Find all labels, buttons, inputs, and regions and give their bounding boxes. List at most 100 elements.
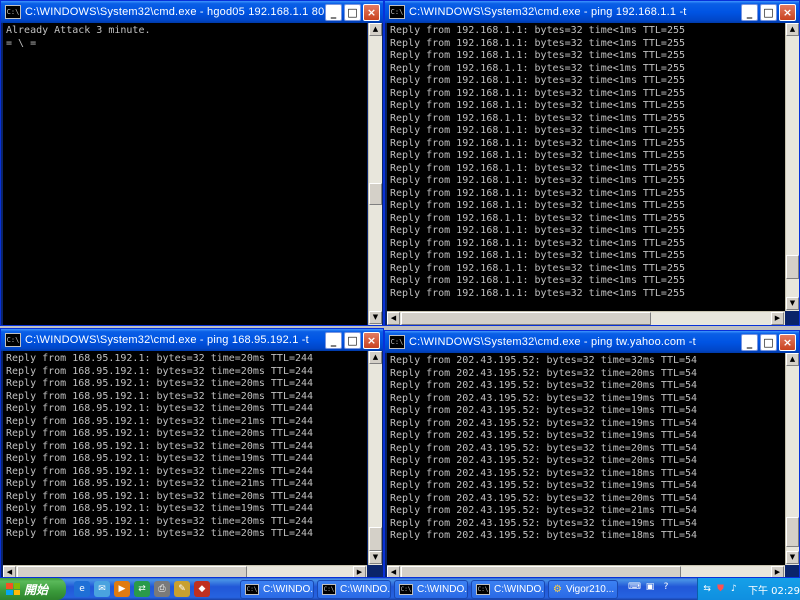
cmd-icon: C:\ — [389, 5, 405, 19]
console-line: Reply from 192.168.1.1: bytes=32 time<1m… — [390, 50, 686, 61]
vertical-scrollbar[interactable]: ▲ ▼ — [785, 23, 799, 311]
minimize-button[interactable]: _ — [741, 3, 758, 21]
horizontal-scrollbar[interactable]: ◀ ▶ — [387, 311, 785, 325]
maximize-button[interactable]: □ — [760, 333, 777, 351]
scroll-left-button[interactable]: ◀ — [387, 566, 400, 577]
network-status-icon[interactable]: ⇆ — [702, 583, 712, 595]
taskbar-button-vigor[interactable]: ⚙ Vigor210... — [548, 580, 618, 599]
clock[interactable]: 下午 02:29 — [748, 582, 800, 597]
title-bar[interactable]: C:\ C:\WINDOWS\System32\cmd.exe - ping t… — [385, 331, 799, 353]
quick-launch: e ✉ ▶ ⇄ ⎙ ✎ ◆ — [74, 581, 210, 597]
cmd-window-ping-gateway[interactable]: C:\ C:\WINDOWS\System32\cmd.exe - ping 1… — [384, 0, 800, 326]
scroll-right-button[interactable]: ▶ — [771, 312, 784, 325]
cmd-window-attack[interactable]: C:\ C:\WINDOWS\System32\cmd.exe - hgod05… — [0, 0, 384, 326]
console-line: Reply from 202.43.195.52: bytes=32 time=… — [390, 480, 698, 491]
taskbar-button-cmd[interactable]: C:\ C:\WINDO... — [471, 580, 545, 599]
cmd-window-ping-dns[interactable]: C:\ C:\WINDOWS\System32\cmd.exe - ping 1… — [0, 328, 384, 578]
ie-icon[interactable]: e — [74, 581, 90, 597]
app-icon[interactable]: ◆ — [194, 581, 210, 597]
minimize-button[interactable]: _ — [325, 3, 342, 21]
console-line: Reply from 168.95.192.1: bytes=32 time=1… — [6, 503, 314, 514]
scroll-down-button[interactable]: ▼ — [369, 551, 382, 564]
vertical-scrollbar[interactable]: ▲ ▼ — [368, 351, 382, 565]
maximize-button[interactable]: □ — [344, 3, 361, 21]
scroll-right-button[interactable]: ▶ — [353, 566, 366, 577]
volume-icon[interactable]: ♪ — [729, 583, 739, 595]
close-button[interactable]: × — [779, 3, 796, 21]
taskbar-button-cmd[interactable]: C:\ C:\WINDO... — [317, 580, 391, 599]
start-label: 開始 — [24, 582, 49, 597]
scroll-thumb[interactable] — [17, 566, 247, 577]
window-title: C:\WINDOWS\System32\cmd.exe - hgod05 192… — [25, 6, 325, 18]
scroll-thumb[interactable] — [369, 527, 382, 551]
title-bar[interactable]: C:\ C:\WINDOWS\System32\cmd.exe - hgod05… — [1, 1, 383, 23]
printer-icon[interactable]: ⎙ — [154, 581, 170, 597]
close-button[interactable]: × — [363, 331, 380, 349]
console-line: Reply from 192.168.1.1: bytes=32 time<1m… — [390, 175, 686, 186]
task-label: C:\WINDO... — [417, 584, 468, 595]
console-line: Reply from 192.168.1.1: bytes=32 time<1m… — [390, 187, 686, 199]
task-label: C:\WINDO... — [494, 584, 545, 595]
console-output[interactable]: Reply from 202.43.195.52: bytes=32 time=… — [387, 353, 785, 565]
console-line: Reply from 168.95.192.1: bytes=32 time=2… — [6, 440, 314, 452]
scroll-down-button[interactable]: ▼ — [369, 311, 382, 324]
horizontal-scrollbar[interactable]: ◀ ▶ — [387, 565, 785, 577]
scroll-left-button[interactable]: ◀ — [387, 312, 400, 325]
taskbar-button-cmd[interactable]: C:\ C:\WINDO... — [240, 580, 314, 599]
scroll-down-button[interactable]: ▼ — [786, 297, 799, 310]
console-line: Reply from 192.168.1.1: bytes=32 time<1m… — [390, 112, 686, 124]
console-output[interactable]: Already Attack 3 minute. = \ = — [3, 23, 367, 325]
console-line: Reply from 202.43.195.52: bytes=32 time=… — [390, 367, 698, 379]
console-line: Reply from 192.168.1.1: bytes=32 time<1m… — [390, 62, 686, 74]
scroll-thumb[interactable] — [786, 517, 799, 547]
scroll-right-button[interactable]: ▶ — [771, 566, 784, 577]
console-line: Reply from 192.168.1.1: bytes=32 time<1m… — [390, 100, 686, 111]
scroll-thumb[interactable] — [401, 312, 651, 325]
ime-icon[interactable]: ▣ — [644, 581, 656, 593]
console-line: Reply from 168.95.192.1: bytes=32 time=2… — [6, 515, 314, 527]
close-button[interactable]: × — [363, 3, 380, 21]
outlook-icon[interactable]: ✉ — [94, 581, 110, 597]
scroll-thumb[interactable] — [786, 255, 799, 279]
vertical-scrollbar[interactable]: ▲ ▼ — [368, 23, 382, 325]
close-button[interactable]: × — [779, 333, 796, 351]
scroll-thumb[interactable] — [401, 566, 681, 577]
console-line: Reply from 168.95.192.1: bytes=32 time=2… — [6, 415, 314, 427]
scroll-up-button[interactable]: ▲ — [786, 23, 799, 36]
console-line: Reply from 202.43.195.52: bytes=32 time=… — [390, 492, 698, 504]
minimize-button[interactable]: _ — [325, 331, 342, 349]
console-output[interactable]: Reply from 168.95.192.1: bytes=32 time=2… — [3, 351, 367, 565]
start-button[interactable]: 開始 — [0, 578, 66, 600]
scroll-up-button[interactable]: ▲ — [369, 23, 382, 36]
scroll-down-button[interactable]: ▼ — [786, 551, 799, 564]
cmd-window-ping-yahoo[interactable]: C:\ C:\WINDOWS\System32\cmd.exe - ping t… — [384, 330, 800, 578]
taskbar-button-cmd[interactable]: C:\ C:\WINDO... — [394, 580, 468, 599]
title-bar[interactable]: C:\ C:\WINDOWS\System32\cmd.exe - ping 1… — [385, 1, 799, 23]
minimize-button[interactable]: _ — [741, 333, 758, 351]
network-icon[interactable]: ⇄ — [134, 581, 150, 597]
maximize-button[interactable]: □ — [344, 331, 361, 349]
cmd-icon: C:\ — [399, 584, 413, 595]
help-icon[interactable]: ? — [660, 581, 672, 593]
horizontal-scrollbar[interactable]: ◀ ▶ — [3, 565, 367, 577]
task-label: Vigor210... — [565, 584, 615, 595]
keyboard-icon[interactable]: ⌨ — [628, 581, 641, 593]
console-line: Reply from 168.95.192.1: bytes=32 time=2… — [6, 490, 314, 502]
scroll-left-button[interactable]: ◀ — [3, 566, 16, 577]
scroll-thumb[interactable] — [369, 183, 382, 205]
console-line: Reply from 192.168.1.1: bytes=32 time<1m… — [390, 212, 686, 224]
security-icon[interactable]: ⛊ — [715, 583, 725, 595]
console-line: Reply from 168.95.192.1: bytes=32 time=2… — [6, 465, 314, 477]
tool-icon[interactable]: ✎ — [174, 581, 190, 597]
console-output[interactable]: Reply from 192.168.1.1: bytes=32 time<1m… — [387, 23, 785, 311]
console-line: Reply from 192.168.1.1: bytes=32 time<1m… — [390, 37, 686, 49]
title-bar[interactable]: C:\ C:\WINDOWS\System32\cmd.exe - ping 1… — [1, 329, 383, 351]
scroll-up-button[interactable]: ▲ — [786, 353, 799, 366]
vertical-scrollbar[interactable]: ▲ ▼ — [785, 353, 799, 565]
window-title: C:\WINDOWS\System32\cmd.exe - ping tw.ya… — [409, 336, 696, 348]
scroll-up-button[interactable]: ▲ — [369, 351, 382, 364]
console-line: Reply from 168.95.192.1: bytes=32 time=2… — [6, 390, 314, 402]
maximize-button[interactable]: □ — [760, 3, 777, 21]
cmd-icon: C:\ — [5, 333, 21, 347]
media-player-icon[interactable]: ▶ — [114, 581, 130, 597]
